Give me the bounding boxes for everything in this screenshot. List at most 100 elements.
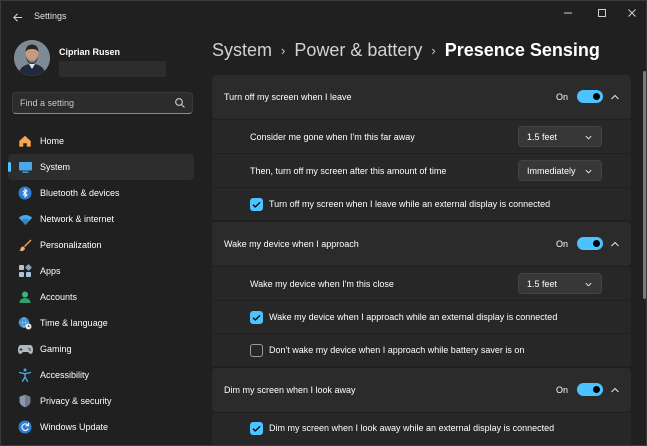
- checkmark-icon: [252, 201, 261, 208]
- dim-external-row: Dim my screen when I look away while an …: [212, 413, 631, 445]
- apps-icon: [17, 263, 33, 279]
- leave-toggle[interactable]: [577, 90, 603, 103]
- leave-external-checkbox[interactable]: [250, 198, 263, 211]
- breadcrumb: System › Power & battery › Presence Sens…: [212, 37, 600, 63]
- breadcrumb-system[interactable]: System: [212, 40, 272, 61]
- wifi-icon: [17, 211, 33, 227]
- leave-distance-label: Consider me gone when I'm this far away: [250, 132, 415, 142]
- sidebar-item-label: Privacy & security: [40, 396, 112, 406]
- breadcrumb-power-battery[interactable]: Power & battery: [294, 40, 422, 61]
- user-name: Ciprian Rusen: [59, 47, 121, 57]
- chevron-down-icon: [585, 282, 592, 287]
- approach-toggle[interactable]: [577, 237, 603, 250]
- sidebar-item-label: Time & language: [40, 318, 108, 328]
- approach-battery-row: Don't wake my device when I approach whi…: [212, 334, 631, 366]
- close-icon: [628, 9, 636, 17]
- leave-section-header[interactable]: Turn off my screen when I leave On: [212, 75, 631, 119]
- sidebar-item-time-language[interactable]: Time & language: [8, 310, 194, 336]
- sidebar-item-home[interactable]: Home: [8, 128, 194, 154]
- dim-section-header[interactable]: Dim my screen when I look away On: [212, 368, 631, 412]
- sidebar-item-personalization[interactable]: Personalization: [8, 232, 194, 258]
- sidebar-item-accounts[interactable]: Accounts: [8, 284, 194, 310]
- search-input[interactable]: Find a setting: [20, 98, 74, 108]
- checkmark-icon: [252, 425, 261, 432]
- close-button[interactable]: [615, 1, 646, 25]
- chevron-up-icon[interactable]: [609, 238, 621, 250]
- back-arrow-icon: [12, 12, 22, 22]
- approach-battery-checkbox[interactable]: [250, 344, 263, 357]
- sidebar-item-gaming[interactable]: Gaming: [8, 336, 194, 362]
- chevron-up-icon[interactable]: [609, 384, 621, 396]
- system-icon: [17, 159, 33, 175]
- toggle-knob: [593, 240, 600, 247]
- sidebar-item-apps[interactable]: Apps: [8, 258, 194, 284]
- bluetooth-icon: [17, 185, 33, 201]
- sidebar-item-label: Network & internet: [40, 214, 115, 224]
- leave-delay-dropdown[interactable]: Immediately: [518, 160, 602, 181]
- search-box[interactable]: Find a setting: [12, 92, 193, 114]
- app-title: Settings: [34, 11, 67, 21]
- user-email-redacted: [59, 61, 166, 77]
- approach-external-checkbox[interactable]: [250, 311, 263, 324]
- search-icon[interactable]: [174, 97, 186, 109]
- leave-delay-row: Then, turn off my screen after this amou…: [212, 154, 631, 187]
- title-bar: Settings: [1, 1, 646, 33]
- approach-distance-dropdown[interactable]: 1.5 feet: [518, 273, 602, 294]
- approach-toggle-state: On: [556, 239, 569, 249]
- approach-distance-row: Wake my device when I'm this close 1.5 f…: [212, 267, 631, 300]
- dropdown-value: Immediately: [527, 166, 576, 176]
- dim-external-label: Dim my screen when I look away while an …: [269, 423, 555, 433]
- toggle-knob: [593, 386, 600, 393]
- minimize-button[interactable]: [551, 1, 585, 25]
- dim-external-checkbox[interactable]: [250, 422, 263, 435]
- leave-external-row: Turn off my screen when I leave while an…: [212, 188, 631, 220]
- globe-clock-icon: [17, 315, 33, 331]
- back-button[interactable]: [7, 7, 27, 27]
- minimize-icon: [564, 12, 572, 14]
- settings-window: Settings Ciprian Rusen Find a setting Ho…: [0, 0, 647, 446]
- chevron-up-icon[interactable]: [609, 91, 621, 103]
- approach-distance-label: Wake my device when I'm this close: [250, 279, 394, 289]
- sidebar-item-privacy[interactable]: Privacy & security: [8, 388, 194, 414]
- dim-toggle[interactable]: [577, 383, 603, 396]
- sidebar-item-label: Personalization: [40, 240, 102, 250]
- accounts-icon: [17, 289, 33, 305]
- page-title: Presence Sensing: [444, 39, 600, 60]
- approach-external-row: Wake my device when I approach while an …: [212, 301, 631, 333]
- sidebar-item-windows-update[interactable]: Windows Update: [8, 414, 194, 440]
- leave-delay-label: Then, turn off my screen after this amou…: [250, 166, 447, 176]
- approach-battery-label: Don't wake my device when I approach whi…: [269, 345, 525, 355]
- sidebar-item-label: Accounts: [40, 292, 78, 302]
- sidebar-item-bluetooth[interactable]: Bluetooth & devices: [8, 180, 194, 206]
- sidebar-item-label: Gaming: [40, 344, 72, 354]
- dropdown-value: 1.5 feet: [527, 132, 558, 142]
- sidebar-item-accessibility[interactable]: Accessibility: [8, 362, 194, 388]
- user-photo-icon: [14, 40, 50, 76]
- checkmark-icon: [252, 314, 261, 321]
- leave-toggle-state: On: [556, 92, 569, 102]
- dim-toggle-state: On: [556, 385, 569, 395]
- toggle-knob: [593, 93, 600, 100]
- chevron-down-icon: [585, 169, 592, 174]
- leave-distance-row: Consider me gone when I'm this far away …: [212, 120, 631, 153]
- home-icon: [17, 133, 33, 149]
- shield-icon: [17, 393, 33, 409]
- approach-section-title: Wake my device when I approach: [224, 239, 359, 249]
- approach-section-header[interactable]: Wake my device when I approach On: [212, 222, 631, 266]
- maximize-button[interactable]: [585, 1, 619, 25]
- sidebar-item-network[interactable]: Network & internet: [8, 206, 194, 232]
- leave-external-label: Turn off my screen when I leave while an…: [269, 199, 551, 209]
- leave-section-title: Turn off my screen when I leave: [224, 92, 352, 102]
- avatar[interactable]: [14, 40, 50, 76]
- sidebar-item-label: Bluetooth & devices: [40, 188, 120, 198]
- sidebar-item-system[interactable]: System: [8, 154, 194, 180]
- dropdown-value: 1.5 feet: [527, 279, 558, 289]
- sidebar-item-label: Apps: [40, 266, 61, 276]
- brush-icon: [17, 237, 33, 253]
- sidebar-nav: Home System Bluetooth & devices Network …: [8, 128, 194, 440]
- breadcrumb-separator-icon: ›: [281, 42, 286, 58]
- sidebar-item-label: System: [40, 162, 71, 172]
- content-scrollbar[interactable]: [643, 71, 646, 299]
- leave-distance-dropdown[interactable]: 1.5 feet: [518, 126, 602, 147]
- maximize-icon: [598, 9, 606, 17]
